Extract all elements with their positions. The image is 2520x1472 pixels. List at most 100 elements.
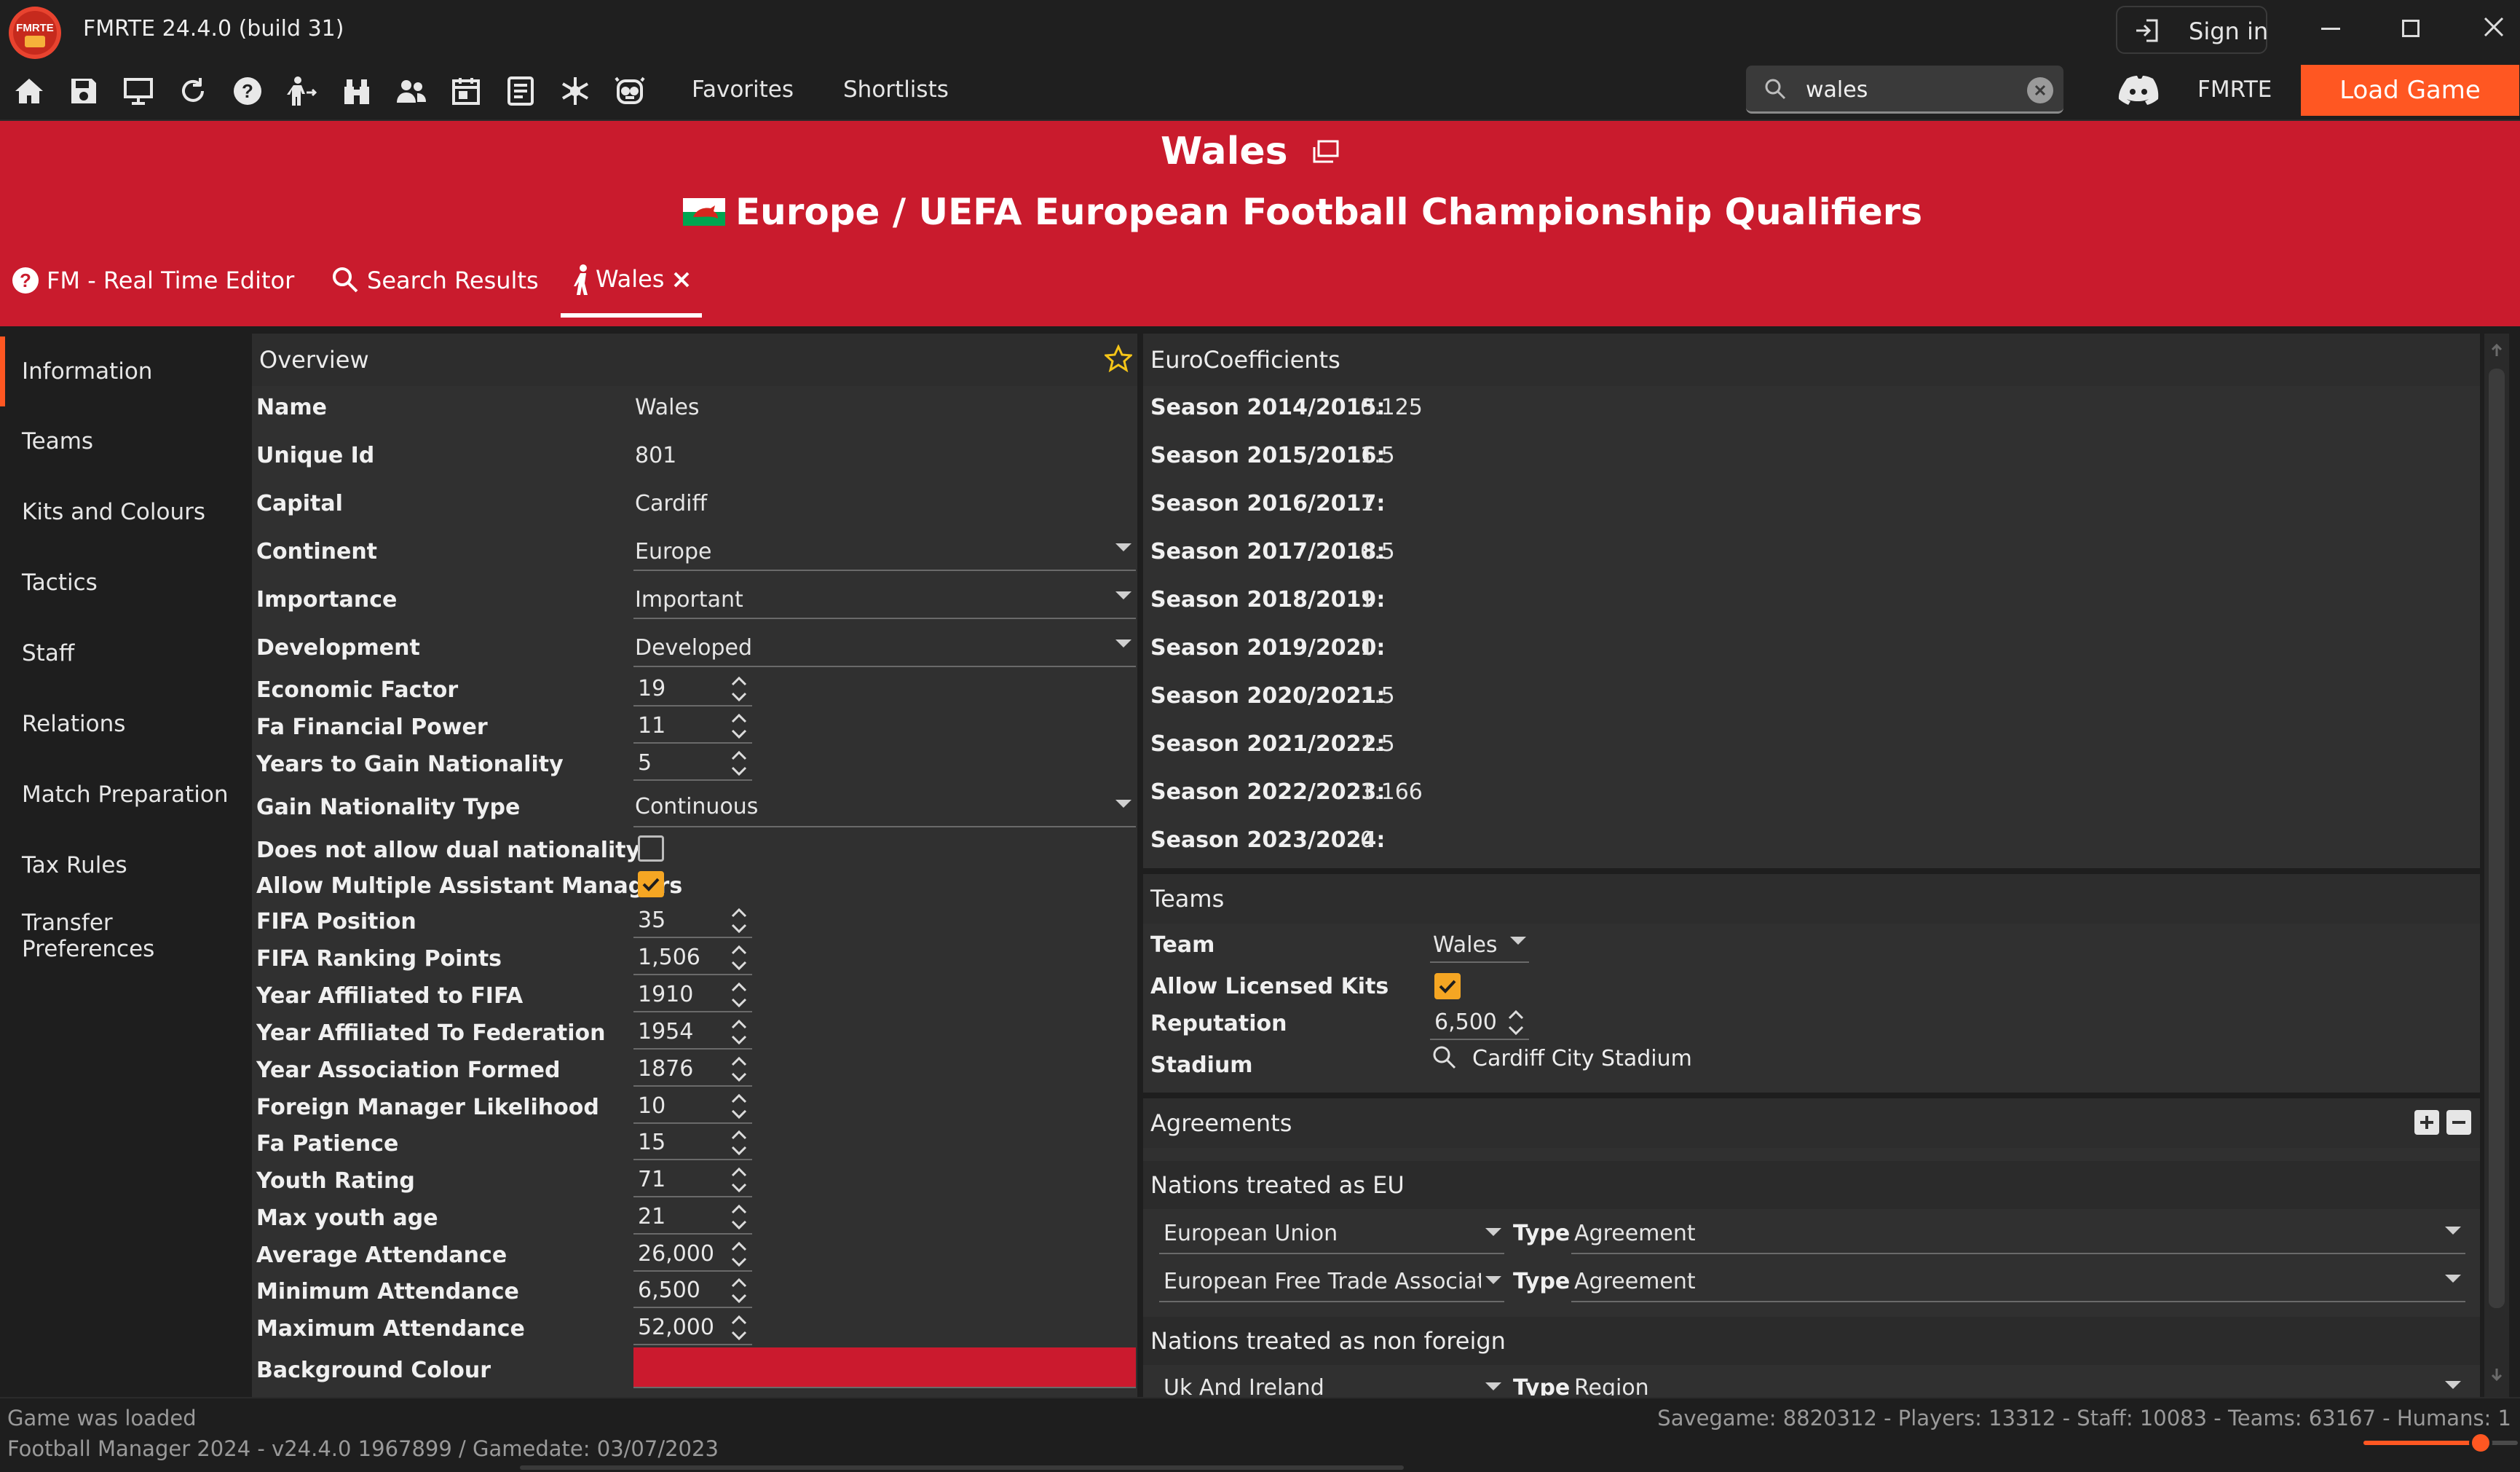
nation-dropdown[interactable]: European Union xyxy=(1159,1213,1504,1254)
minimum-attendance-stepper[interactable]: 6,500 xyxy=(633,1273,752,1308)
stepper-arrows-icon[interactable] xyxy=(729,747,749,779)
sidebar-item-relations[interactable]: Relations xyxy=(0,689,248,759)
close-tab-icon[interactable] xyxy=(668,267,695,293)
no-dual-nationality-checkbox[interactable] xyxy=(638,835,664,862)
stepper-arrows-icon[interactable] xyxy=(729,905,749,937)
sidebar-item-staff[interactable]: Staff xyxy=(0,618,248,688)
foreign-manager-likelihood-stepper[interactable]: 10 xyxy=(633,1089,752,1124)
add-icon[interactable] xyxy=(2414,1110,2439,1135)
tab-real-time-editor[interactable]: ? FM - Real Time Editor xyxy=(10,262,294,299)
stepper-arrows-icon[interactable] xyxy=(729,1090,749,1122)
monitor-icon[interactable] xyxy=(118,71,159,111)
agreement-type-dropdown[interactable]: Agreement xyxy=(1571,1213,2465,1254)
stepper-arrows-icon[interactable] xyxy=(729,1164,749,1196)
save-icon[interactable] xyxy=(63,71,104,111)
discord-icon[interactable] xyxy=(2114,70,2162,111)
year-affiliated-federation-stepper[interactable]: 1954 xyxy=(633,1015,752,1050)
youth-rating-stepper[interactable]: 71 xyxy=(633,1162,752,1197)
help-icon[interactable]: ? xyxy=(227,71,268,111)
maximize-icon[interactable] xyxy=(2393,10,2429,47)
max-youth-age-stepper[interactable]: 21 xyxy=(633,1200,752,1235)
search-icon[interactable] xyxy=(1430,1043,1459,1072)
robot-icon[interactable] xyxy=(609,71,650,111)
sidebar-item-tax-rules[interactable]: Tax Rules xyxy=(0,830,248,900)
zoom-slider-thumb[interactable] xyxy=(2469,1431,2493,1455)
people-icon[interactable] xyxy=(391,71,432,111)
nation-dropdown[interactable]: Uk And Ireland xyxy=(1159,1368,1504,1396)
binoculars-icon[interactable] xyxy=(336,71,377,111)
load-game-button[interactable]: Load Game xyxy=(2301,65,2519,116)
fifa-position-stepper[interactable]: 35 xyxy=(633,903,752,938)
sidebar-item-match-preparation[interactable]: Match Preparation xyxy=(0,760,248,830)
sign-in-button[interactable]: Sign in xyxy=(2116,6,2268,54)
scroll-up-icon[interactable] xyxy=(2487,341,2506,360)
fa-financial-power-stepper[interactable]: 11 xyxy=(633,709,752,744)
fmrte-menu[interactable]: FMRTE xyxy=(2197,76,2272,103)
chevron-down-icon xyxy=(1510,937,1526,945)
sidebar-item-information[interactable]: Information xyxy=(0,336,248,406)
list-icon[interactable] xyxy=(500,71,541,111)
scroll-thumb[interactable] xyxy=(2489,369,2505,1308)
reputation-stepper[interactable]: 6,500 xyxy=(1430,1005,1529,1040)
economic-factor-stepper[interactable]: 19 xyxy=(633,672,752,707)
stadium-link[interactable]: Cardiff City Stadium xyxy=(1472,1046,1692,1071)
importance-dropdown[interactable]: Important xyxy=(633,578,1136,619)
fifa-ranking-points-stepper[interactable]: 1,506 xyxy=(633,940,752,975)
shortlists-menu[interactable]: Shortlists xyxy=(843,76,949,103)
fa-patience-stepper[interactable]: 15 xyxy=(633,1125,752,1160)
scroll-down-icon[interactable] xyxy=(2487,1365,2506,1384)
stepper-arrows-icon[interactable] xyxy=(1506,1007,1526,1039)
average-attendance-stepper[interactable]: 26,000 xyxy=(633,1237,752,1272)
continent-dropdown[interactable]: Europe xyxy=(633,530,1136,571)
calendar-icon[interactable] xyxy=(446,71,486,111)
stepper-arrows-icon[interactable] xyxy=(729,979,749,1011)
nation-dropdown[interactable]: European Free Trade Associatic xyxy=(1159,1262,1504,1302)
zoom-slider[interactable] xyxy=(2363,1431,2518,1455)
stepper-arrows-icon[interactable] xyxy=(729,673,749,705)
tab-search-results[interactable]: Search Results xyxy=(329,262,540,299)
background-colour-picker[interactable] xyxy=(633,1347,1136,1388)
refresh-icon[interactable] xyxy=(173,71,213,111)
stepper-arrows-icon[interactable] xyxy=(729,1053,749,1085)
licensed-kits-checkbox[interactable] xyxy=(1434,973,1461,999)
clear-search-icon[interactable] xyxy=(2027,77,2053,103)
sidebar-item-tactics[interactable]: Tactics xyxy=(0,548,248,618)
star-icon[interactable] xyxy=(1102,342,1134,374)
stepper-arrows-icon[interactable] xyxy=(729,710,749,742)
search-input[interactable]: wales xyxy=(1806,77,1868,103)
sidebar-item-kits-and-colours[interactable]: Kits and Colours xyxy=(0,477,248,547)
stepper-arrows-icon[interactable] xyxy=(729,1238,749,1270)
season-label: Season 2014/2015: xyxy=(1150,395,1386,420)
home-icon[interactable] xyxy=(9,71,50,111)
stepper-arrows-icon[interactable] xyxy=(729,942,749,974)
maximum-attendance-stepper[interactable]: 52,000 xyxy=(633,1310,752,1345)
stepper-arrows-icon[interactable] xyxy=(729,1312,749,1344)
snowflake-icon[interactable] xyxy=(555,71,596,111)
year-affiliated-fifa-stepper[interactable]: 1910 xyxy=(633,977,752,1012)
transfer-icon[interactable] xyxy=(282,71,323,111)
year-association-formed-stepper[interactable]: 1876 xyxy=(633,1052,752,1087)
favorites-menu[interactable]: Favorites xyxy=(692,76,794,103)
agreement-type-dropdown[interactable]: Agreement xyxy=(1571,1262,2465,1302)
tab-wales[interactable]: Wales xyxy=(561,261,702,318)
stepper-arrows-icon[interactable] xyxy=(729,1016,749,1048)
right-scrollbar[interactable] xyxy=(2484,334,2509,1397)
search-box[interactable]: wales xyxy=(1746,66,2063,114)
gain-nationality-type-dropdown[interactable]: Continuous xyxy=(633,787,1136,827)
field-label: Continent xyxy=(256,539,378,564)
stepper-arrows-icon[interactable] xyxy=(729,1201,749,1233)
horizontal-scrollbar[interactable] xyxy=(520,1465,1404,1470)
minimize-icon[interactable] xyxy=(2312,10,2349,47)
sidebar-item-transfer-preferences[interactable]: Transfer Preferences xyxy=(0,901,248,971)
stepper-arrows-icon[interactable] xyxy=(729,1275,749,1307)
popout-icon[interactable] xyxy=(1308,135,1344,169)
development-dropdown[interactable]: Developed xyxy=(633,626,1136,667)
stepper-arrows-icon[interactable] xyxy=(729,1127,749,1159)
close-icon[interactable] xyxy=(2474,7,2513,47)
remove-icon[interactable] xyxy=(2446,1110,2471,1135)
years-to-gain-nationality-stepper[interactable]: 5 xyxy=(633,746,752,781)
team-dropdown[interactable]: Wales xyxy=(1430,924,1529,963)
multiple-assistant-managers-checkbox[interactable] xyxy=(638,871,664,897)
sidebar-item-teams[interactable]: Teams xyxy=(0,406,248,476)
agreement-type-dropdown[interactable]: Region xyxy=(1571,1368,2465,1396)
